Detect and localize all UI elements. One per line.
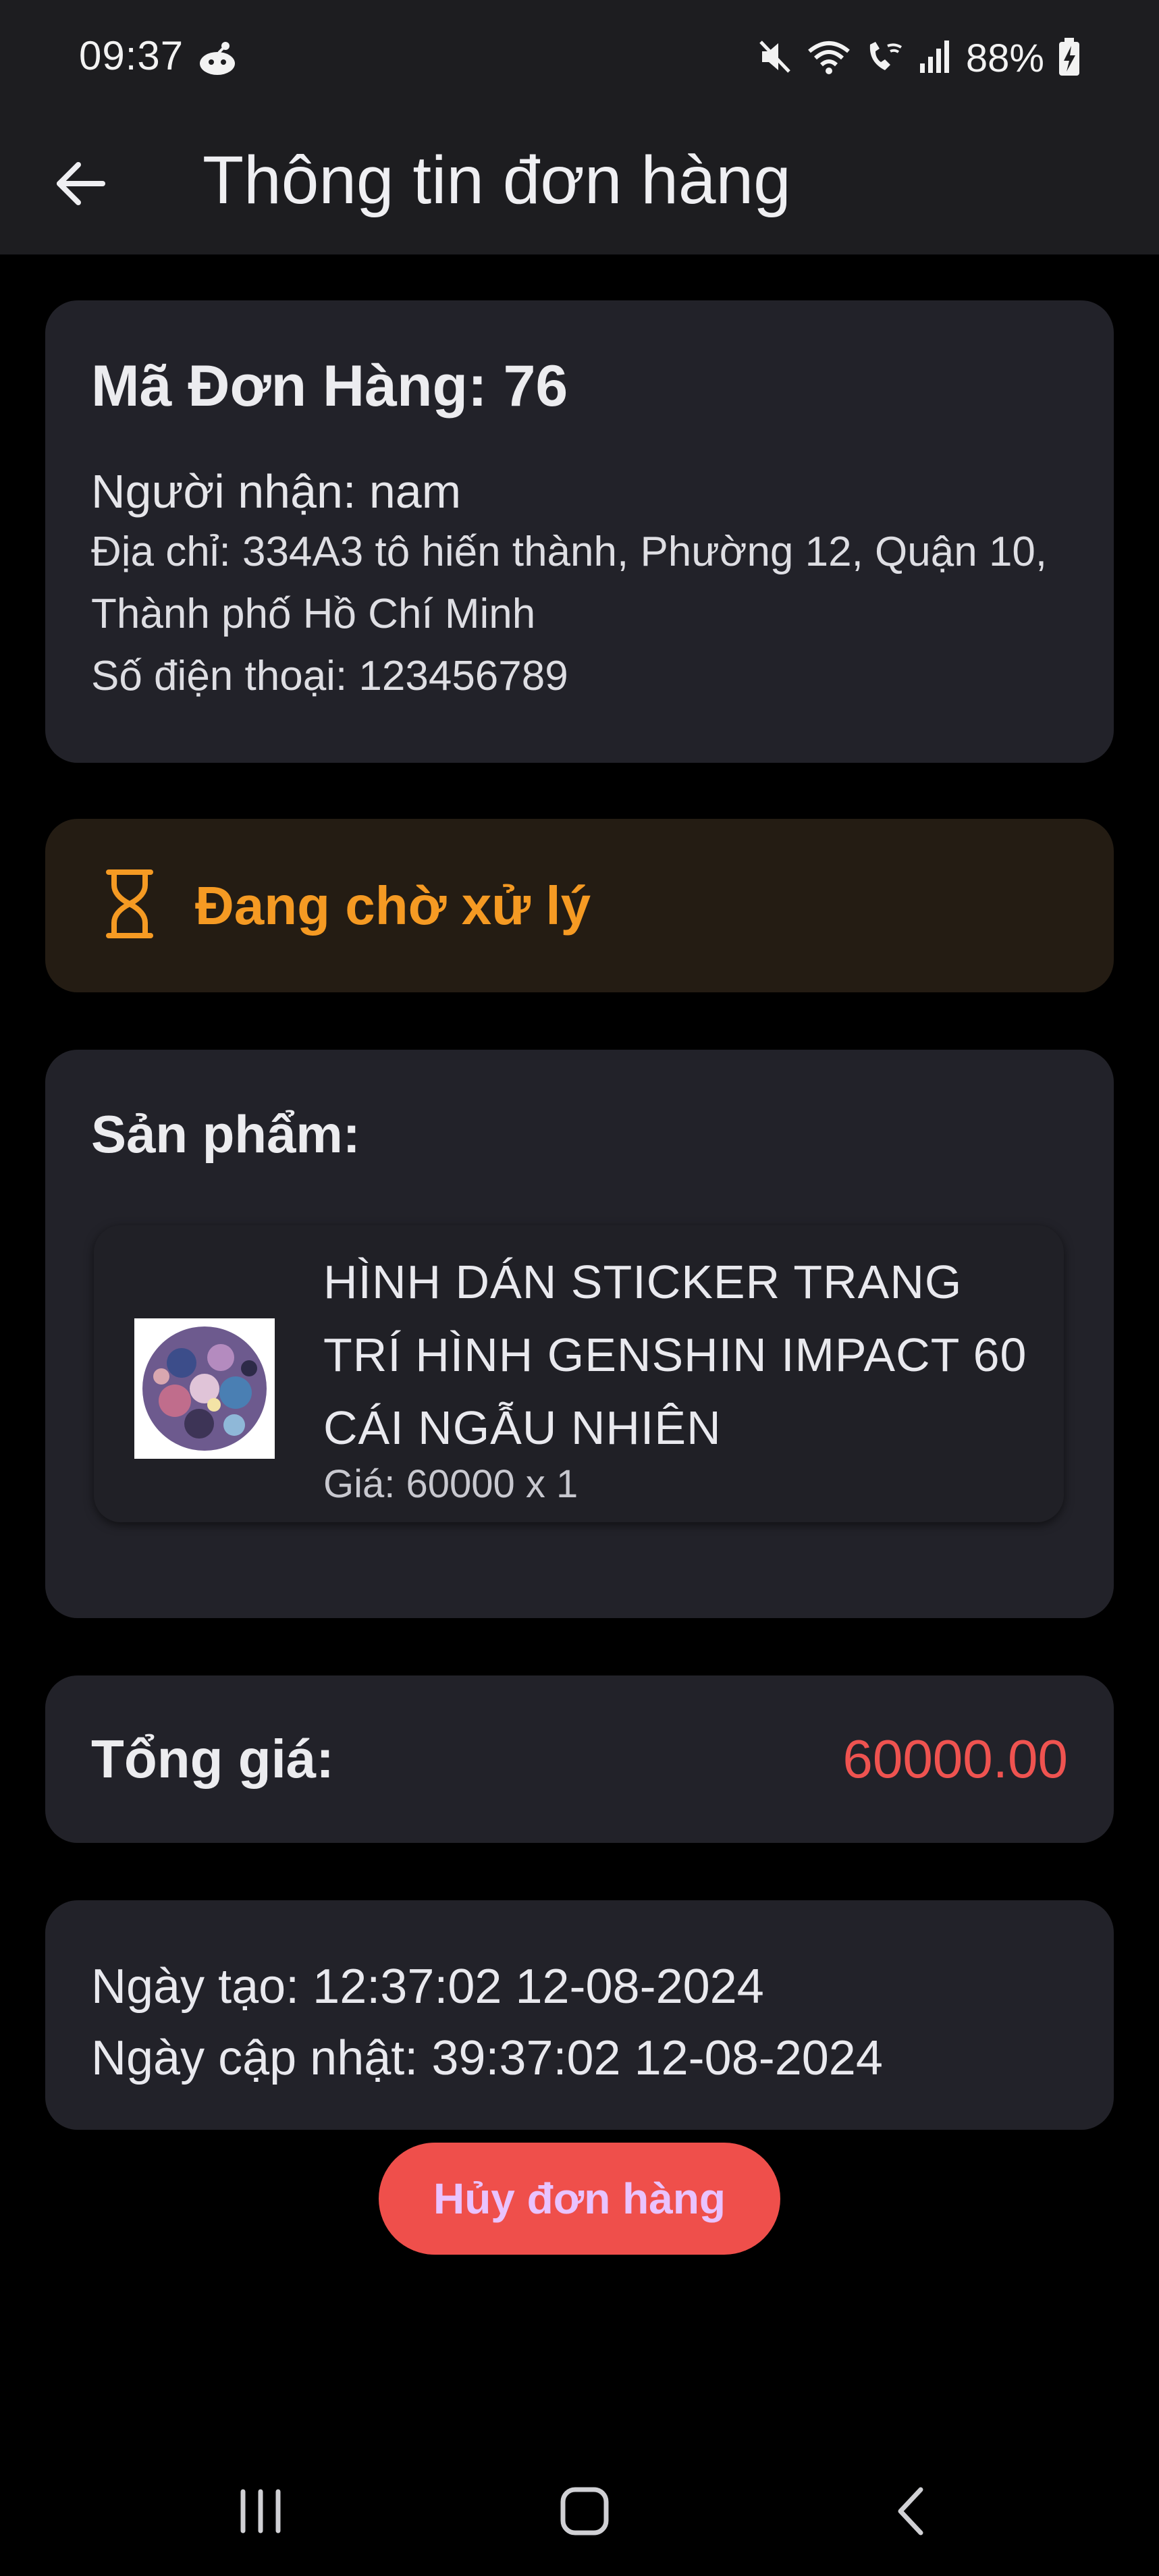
home-icon xyxy=(560,2487,609,2535)
total-card: Tổng giá: 60000.00 xyxy=(45,1675,1114,1843)
app-bar: Thông tin đơn hàng xyxy=(0,115,1159,254)
battery-charging-icon xyxy=(1058,36,1081,80)
back-button[interactable] xyxy=(41,143,122,224)
status-icons: 88% xyxy=(758,32,1081,84)
recent-apps-icon xyxy=(240,2489,281,2533)
product-price: Giá: 60000 x 1 xyxy=(323,1462,578,1506)
products-heading: Sản phẩm: xyxy=(91,1104,360,1164)
battery-percent: 88% xyxy=(965,36,1044,80)
recipient-name: Người nhận: nam xyxy=(91,464,462,518)
order-info-card: Mã Đơn Hàng: 76 Người nhận: nam Địa chỉ:… xyxy=(45,300,1114,763)
status-time: 09:37 xyxy=(79,33,184,78)
cancel-order-button[interactable]: Hủy đơn hàng xyxy=(379,2143,780,2255)
wifi-icon xyxy=(807,38,851,79)
product-item[interactable]: HÌNH DÁN STICKER TRANG TRÍ HÌNH GENSHIN … xyxy=(94,1225,1064,1522)
order-status-text: Đang chờ xử lý xyxy=(195,875,591,936)
status-bar: 09:37 88% xyxy=(0,0,1159,115)
updated-date: Ngày cập nhật: 39:37:02 12-08-2024 xyxy=(91,2031,883,2085)
created-date: Ngày tạo: 12:37:02 12-08-2024 xyxy=(91,1960,764,2014)
signal-icon xyxy=(919,38,952,79)
hourglass-icon xyxy=(106,869,153,942)
back-icon xyxy=(898,2487,923,2535)
order-status-card: Đang chờ xử lý xyxy=(45,819,1114,992)
phone-number: Số điện thoại: 123456789 xyxy=(91,653,568,700)
total-value: 60000.00 xyxy=(842,1729,1068,1789)
shipping-address: Địa chỉ: 334A3 tô hiến thành, Phường 12,… xyxy=(91,529,1048,638)
order-id: Mã Đơn Hàng: 76 xyxy=(91,354,568,419)
products-card: Sản phẩm: HÌNH DÁN STICKER TRANG TRÍ HÌN… xyxy=(45,1050,1114,1618)
page-title: Thông tin đơn hàng xyxy=(203,142,791,218)
total-label: Tổng giá: xyxy=(91,1729,334,1789)
product-image xyxy=(134,1318,275,1459)
notification-app-icon xyxy=(196,39,239,80)
system-nav-bar xyxy=(0,2444,1159,2576)
wifi-call-icon xyxy=(865,38,905,79)
dates-card: Ngày tạo: 12:37:02 12-08-2024 Ngày cập n… xyxy=(45,1900,1114,2130)
home-button[interactable] xyxy=(537,2471,632,2552)
arrow-left-icon xyxy=(57,162,105,205)
recent-apps-button[interactable] xyxy=(213,2471,308,2552)
product-name: HÌNH DÁN STICKER TRANG TRÍ HÌNH GENSHIN … xyxy=(323,1256,1027,1454)
mute-icon xyxy=(758,38,793,79)
system-back-button[interactable] xyxy=(864,2471,959,2552)
